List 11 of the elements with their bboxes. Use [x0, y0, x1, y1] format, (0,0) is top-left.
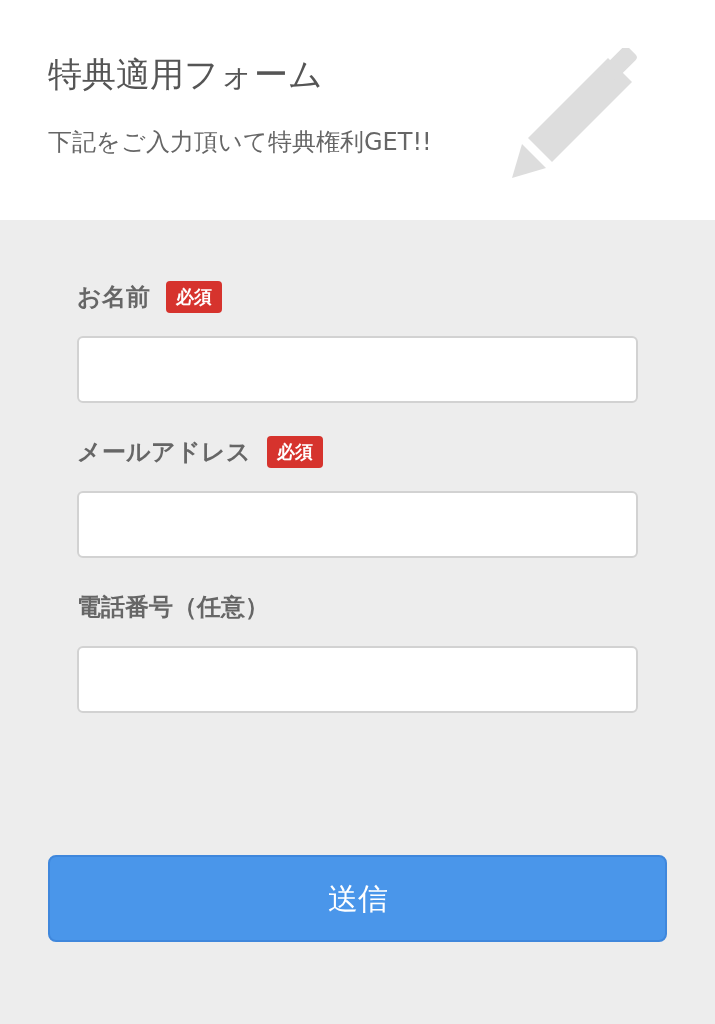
input-field[interactable] [77, 336, 638, 403]
form-subtitle: 下記をご入力頂いて特典権利GET!! [48, 127, 433, 158]
form-title: 特典適用フォーム [48, 53, 324, 96]
field-label: 電話番号（任意） [77, 592, 269, 623]
required-badge: 必須 [267, 436, 323, 468]
input-field[interactable] [77, 491, 638, 558]
input-field[interactable] [77, 646, 638, 713]
field-label: お名前 [77, 282, 150, 313]
submit-button[interactable]: 送信 [48, 855, 667, 942]
field-label: メールアドレス [77, 437, 251, 468]
required-badge: 必須 [166, 281, 222, 313]
